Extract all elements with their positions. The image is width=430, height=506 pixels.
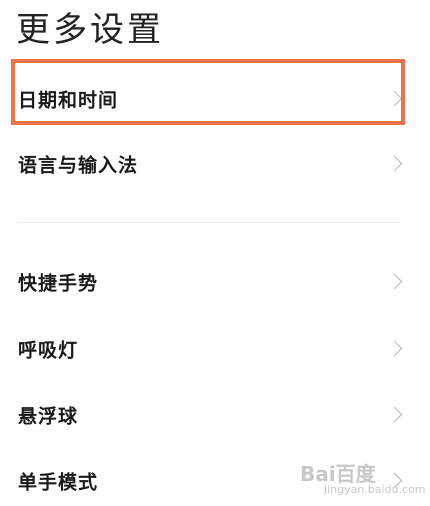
settings-item-label: 单手模式: [18, 471, 99, 494]
settings-item-label: 呼吸灯: [18, 339, 79, 362]
settings-item-label: 悬浮球: [18, 405, 79, 428]
settings-item-label: 日期和时间: [18, 89, 119, 112]
settings-item-date-time[interactable]: 日期和时间: [0, 66, 430, 132]
watermark-url: jingyan.baidu.com: [324, 483, 426, 496]
chevron-right-icon: [386, 155, 403, 172]
settings-item-floating-ball[interactable]: 悬浮球: [0, 382, 430, 448]
section-divider: [18, 222, 400, 223]
settings-item-label: 快捷手势: [18, 272, 99, 295]
settings-item-label: 语言与输入法: [18, 154, 139, 177]
settings-screen: 更多设置 日期和时间 语言与输入法 快捷手势 呼吸灯 悬浮球 单手模式 Bai百…: [0, 0, 430, 506]
settings-item-language-input[interactable]: 语言与输入法: [0, 131, 430, 197]
page-title: 更多设置: [16, 10, 164, 50]
chevron-right-icon: [386, 406, 403, 423]
chevron-right-icon: [386, 273, 403, 290]
baidu-watermark: Bai百度 jingyan.baidu.com: [300, 458, 426, 502]
chevron-right-icon: [386, 340, 403, 357]
settings-item-gestures[interactable]: 快捷手势: [0, 249, 430, 315]
settings-item-breathing-light[interactable]: 呼吸灯: [0, 316, 430, 382]
chevron-right-icon: [386, 90, 403, 107]
